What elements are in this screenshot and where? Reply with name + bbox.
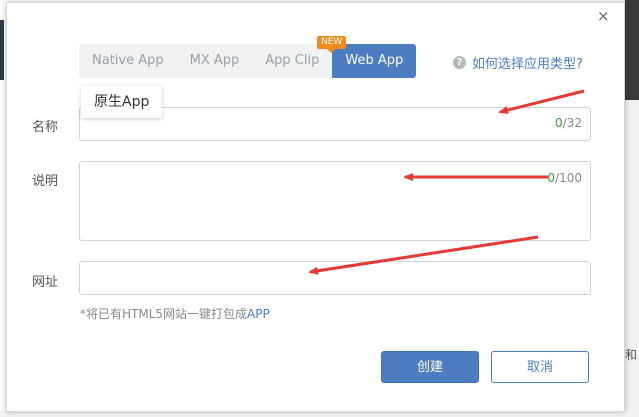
create-app-dialog: × Native App MX App App Clip Web App NEW…: [6, 2, 625, 412]
description-char-count: 0: [547, 171, 556, 185]
question-icon: ?: [453, 56, 466, 69]
tab-web-app[interactable]: Web App: [332, 44, 417, 78]
backdrop-left-block: [0, 20, 4, 80]
url-field-wrapper: [79, 261, 591, 295]
backdrop-dark-block: [625, 0, 639, 100]
description-textarea[interactable]: [80, 162, 590, 240]
hint-accent: APP: [247, 307, 270, 321]
description-field-wrapper: 0/100: [79, 161, 591, 241]
tab-native-app[interactable]: Native App: [79, 44, 177, 78]
cancel-button[interactable]: 取消: [491, 351, 589, 383]
description-label: 说明: [32, 174, 59, 189]
close-icon[interactable]: ×: [597, 7, 610, 25]
tab-mx-app[interactable]: MX App: [177, 44, 253, 78]
help-link-text: 如何选择应用类型?: [472, 57, 583, 72]
name-label: 名称: [32, 120, 59, 135]
app-type-help-link[interactable]: ? 如何选择应用类型?: [453, 53, 583, 72]
description-char-counter: 0/100: [547, 171, 582, 185]
description-char-max: /100: [555, 171, 582, 185]
create-button[interactable]: 创建: [381, 351, 479, 383]
url-hint: *将已有HTML5网站一键打包成APP: [80, 305, 270, 322]
name-char-counter: 0/32: [555, 116, 582, 130]
name-char-max: /32: [562, 116, 582, 130]
backdrop-text: 和: [625, 348, 638, 362]
app-type-tabs: Native App MX App App Clip Web App NEW: [79, 36, 417, 78]
tab-tooltip: 原生App: [81, 86, 163, 118]
url-input[interactable]: [80, 262, 590, 294]
name-char-count: 0: [555, 116, 563, 130]
hint-text: *将已有HTML5网站一键打包成: [80, 307, 248, 321]
tab-app-clip[interactable]: App Clip: [252, 44, 332, 78]
url-label: 网址: [32, 275, 59, 290]
new-badge: NEW: [317, 36, 347, 53]
